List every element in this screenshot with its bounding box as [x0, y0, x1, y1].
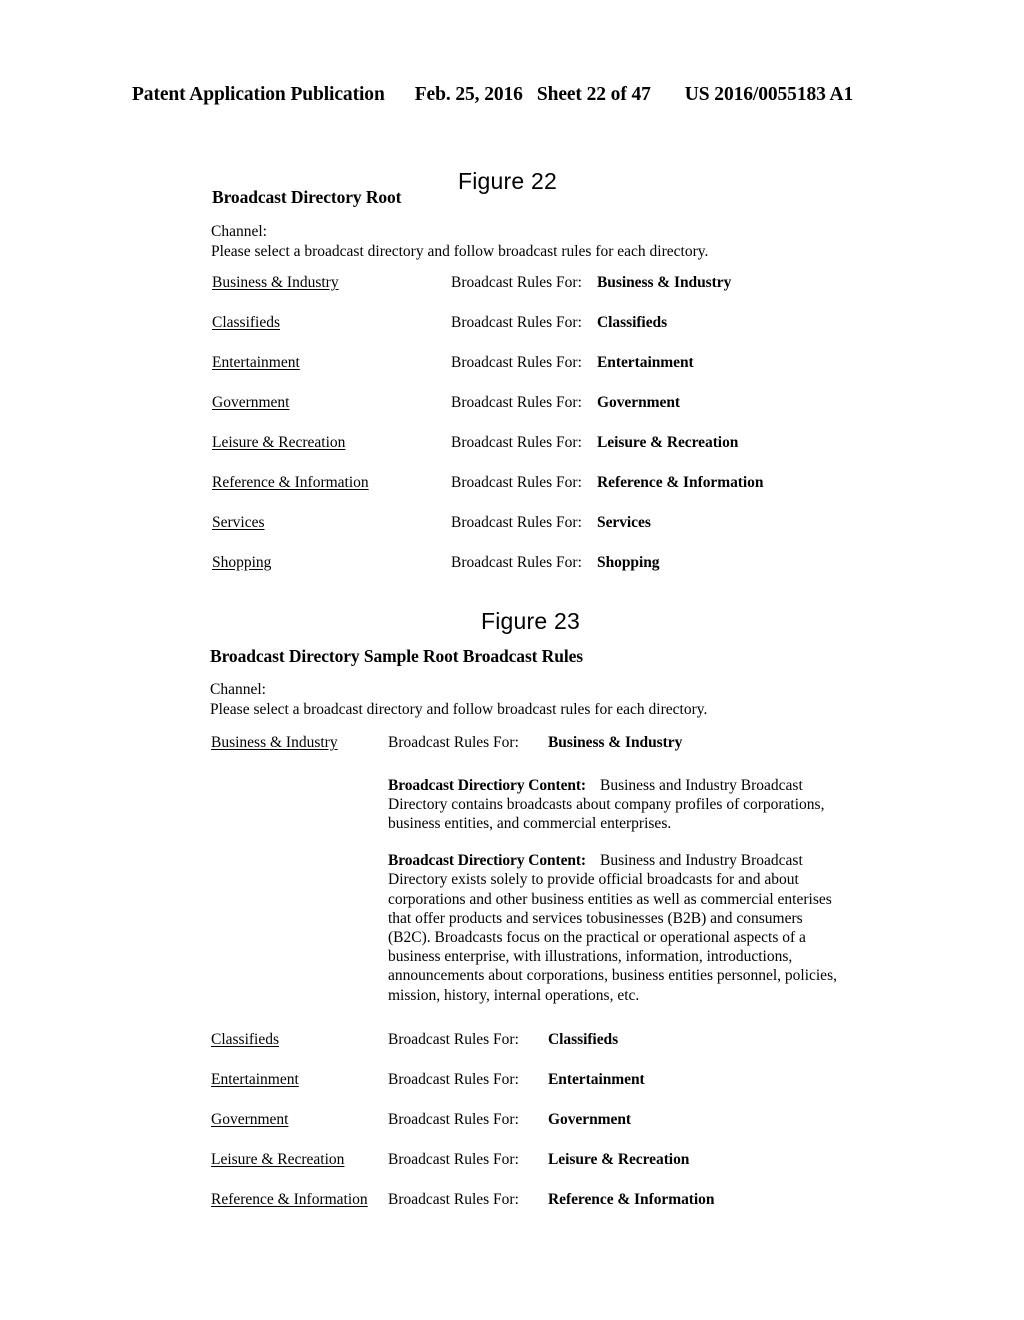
- directory-link-business-industry[interactable]: Business & Industry: [211, 734, 338, 752]
- directory-link-reference-information[interactable]: Reference & Information: [211, 1191, 368, 1209]
- broadcast-rules-label: Broadcast Rules For:: [451, 354, 582, 371]
- figure-23-caption: Figure 23: [481, 608, 580, 634]
- broadcast-rules-label: Broadcast Rules For:: [388, 1150, 519, 1168]
- broadcast-rules-value: Shopping: [597, 554, 660, 571]
- directory-content-label: Broadcast Directiory Content:: [388, 776, 586, 794]
- table-row: Reference & Information Broadcast Rules …: [0, 474, 1024, 514]
- directory-content-body: Business and Industry Broadcast Director…: [388, 852, 837, 1004]
- publication-date: Feb. 25, 2016: [414, 84, 523, 105]
- publication-header: Patent Application Publication Feb. 25, …: [132, 84, 892, 106]
- table-row: Services Broadcast Rules For: Services: [0, 514, 1024, 554]
- directory-content-label: Broadcast Directiory Content:: [388, 852, 586, 870]
- broadcast-rules-label: Broadcast Rules For:: [388, 1030, 519, 1048]
- table-row: Entertainment Broadcast Rules For: Enter…: [0, 354, 1024, 394]
- figure-22-heading: Broadcast Directory Root: [212, 187, 402, 207]
- channel-label: Channel:: [211, 223, 267, 240]
- table-row: Classifieds Broadcast Rules For: Classif…: [0, 1031, 1024, 1071]
- broadcast-rules-value: Government: [548, 1110, 632, 1128]
- broadcast-rules-label: Broadcast Rules For:: [388, 1070, 519, 1088]
- table-row: Reference & Information Broadcast Rules …: [0, 1191, 1024, 1231]
- figure-22-directory-list: Business & Industry Broadcast Rules For:…: [0, 274, 1024, 594]
- sheet-number: Sheet 22 of 47: [536, 84, 651, 105]
- broadcast-rules-label: Broadcast Rules For:: [451, 554, 582, 571]
- directory-link-government[interactable]: Government: [212, 394, 289, 412]
- broadcast-rules-label: Broadcast Rules For:: [388, 1110, 519, 1128]
- table-row: Shopping Broadcast Rules For: Shopping: [0, 554, 1024, 594]
- broadcast-rules-label: Broadcast Rules For:: [451, 314, 582, 331]
- publication-title: Patent Application Publication: [132, 84, 385, 105]
- figure-22-caption: Figure 22: [458, 168, 557, 194]
- directory-link-entertainment[interactable]: Entertainment: [211, 1071, 299, 1089]
- broadcast-rules-label: Broadcast Rules For:: [451, 394, 582, 411]
- table-row: Business & Industry Broadcast Rules For:…: [0, 274, 1024, 314]
- table-row: Leisure & Recreation Broadcast Rules For…: [0, 1151, 1024, 1191]
- broadcast-directory-content-blocks: Broadcast Directiory Content: Business an…: [388, 734, 848, 1005]
- broadcast-rules-label: Broadcast Rules For:: [451, 474, 582, 491]
- directory-link-classifieds[interactable]: Classifieds: [211, 1031, 279, 1049]
- patent-page: Patent Application Publication Feb. 25, …: [0, 0, 1024, 1320]
- directory-link-entertainment[interactable]: Entertainment: [212, 354, 300, 372]
- broadcast-rules-value: Government: [597, 394, 681, 411]
- channel-instruction-text: Please select a broadcast directory and …: [210, 700, 708, 718]
- broadcast-rules-label: Broadcast Rules For:: [388, 1190, 519, 1208]
- broadcast-rules-label: Broadcast Rules For:: [451, 274, 582, 291]
- figure-23-directory-list: Business & Industry Broadcast Rules For:…: [0, 734, 1024, 1231]
- broadcast-rules-value: Leisure & Recreation: [597, 434, 739, 451]
- figure-23-channel-block: Channel: Please select a broadcast direc…: [210, 680, 707, 719]
- channel-instruction-text: Please select a broadcast directory and …: [211, 242, 709, 260]
- figure-22-channel-block: Channel: Please select a broadcast direc…: [211, 222, 708, 261]
- directory-link-classifieds[interactable]: Classifieds: [212, 314, 280, 332]
- directory-link-business-industry[interactable]: Business & Industry: [212, 274, 339, 292]
- directory-link-services[interactable]: Services: [212, 514, 265, 532]
- table-row: Classifieds Broadcast Rules For: Classif…: [0, 314, 1024, 354]
- table-row: Leisure & Recreation Broadcast Rules For…: [0, 434, 1024, 474]
- broadcast-rules-value: Reference & Information: [597, 474, 764, 491]
- table-row: Government Broadcast Rules For: Governme…: [0, 394, 1024, 434]
- table-row: Business & Industry Broadcast Rules For:…: [0, 734, 1024, 1031]
- broadcast-rules-label: Broadcast Rules For:: [451, 514, 582, 531]
- publication-number: US 2016/0055183 A1: [684, 84, 854, 105]
- directory-link-reference-information[interactable]: Reference & Information: [212, 474, 369, 492]
- table-row: Government Broadcast Rules For: Governme…: [0, 1111, 1024, 1151]
- table-row: Entertainment Broadcast Rules For: Enter…: [0, 1071, 1024, 1111]
- broadcast-rules-value: Entertainment: [597, 354, 694, 371]
- directory-link-leisure-recreation[interactable]: Leisure & Recreation: [212, 434, 345, 452]
- broadcast-rules-value: Leisure & Recreation: [548, 1150, 690, 1168]
- broadcast-rules-value: Classifieds: [597, 314, 668, 331]
- directory-link-government[interactable]: Government: [211, 1111, 288, 1129]
- directory-content-paragraph: Broadcast Directiory Content: Business an…: [388, 776, 848, 834]
- broadcast-rules-value: Services: [597, 514, 651, 531]
- directory-link-shopping[interactable]: Shopping: [212, 554, 271, 572]
- broadcast-rules-label: Broadcast Rules For:: [451, 434, 582, 451]
- directory-content-paragraph: Broadcast Directiory Content: Business an…: [388, 851, 848, 1005]
- broadcast-rules-value: Business & Industry: [597, 274, 732, 291]
- broadcast-rules-value: Classifieds: [548, 1030, 619, 1048]
- broadcast-rules-value: Entertainment: [548, 1070, 645, 1088]
- channel-label: Channel:: [210, 681, 266, 698]
- broadcast-rules-value: Reference & Information: [548, 1190, 715, 1208]
- figure-23-heading: Broadcast Directory Sample Root Broadcas…: [210, 646, 583, 666]
- directory-link-leisure-recreation[interactable]: Leisure & Recreation: [211, 1151, 344, 1169]
